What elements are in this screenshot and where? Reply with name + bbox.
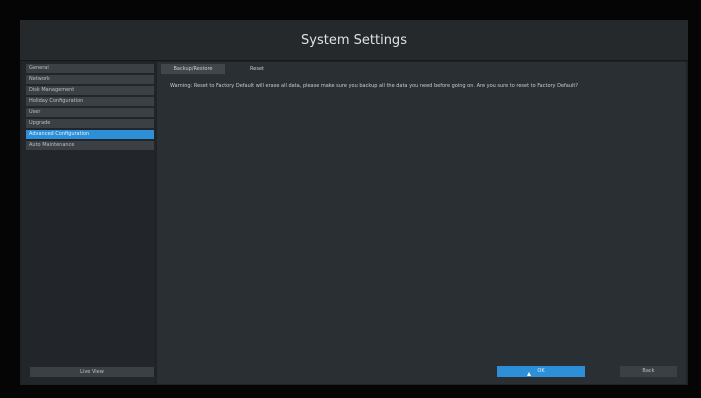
- ok-button-label: OK: [537, 368, 545, 374]
- ok-button[interactable]: OK: [497, 366, 585, 377]
- title-bar: System Settings: [20, 20, 688, 61]
- window-title: System Settings: [301, 32, 407, 48]
- monitor-frame: System Settings General Network Disk Man…: [0, 0, 701, 398]
- sidebar-item-holiday-configuration[interactable]: Holiday Configuration: [26, 97, 154, 106]
- sidebar-item-general[interactable]: General: [26, 64, 154, 73]
- sidebar-item-auto-maintenance[interactable]: Auto Maintenance: [26, 141, 154, 150]
- tab-bar: Backup/Restore Reset: [157, 64, 686, 74]
- system-settings-window: System Settings General Network Disk Man…: [20, 20, 688, 385]
- reset-warning-text: Warning: Reset to Factory Default will e…: [170, 83, 579, 89]
- sidebar-item-network[interactable]: Network: [26, 75, 154, 84]
- sidebar-item-user[interactable]: User: [26, 108, 154, 117]
- sidebar-item-upgrade[interactable]: Upgrade: [26, 119, 154, 128]
- tab-backup-restore[interactable]: Backup/Restore: [161, 64, 225, 74]
- mouse-cursor-icon: [527, 372, 531, 376]
- sidebar: General Network Disk Management Holiday …: [22, 62, 155, 384]
- back-button[interactable]: Back: [620, 366, 677, 377]
- tab-reset[interactable]: Reset: [237, 64, 277, 74]
- live-view-button[interactable]: Live View: [30, 367, 154, 377]
- main-panel: Backup/Restore Reset Warning: Reset to F…: [157, 62, 686, 384]
- sidebar-item-disk-management[interactable]: Disk Management: [26, 86, 154, 95]
- sidebar-item-advanced-configuration[interactable]: Advanced Configuration: [26, 130, 154, 139]
